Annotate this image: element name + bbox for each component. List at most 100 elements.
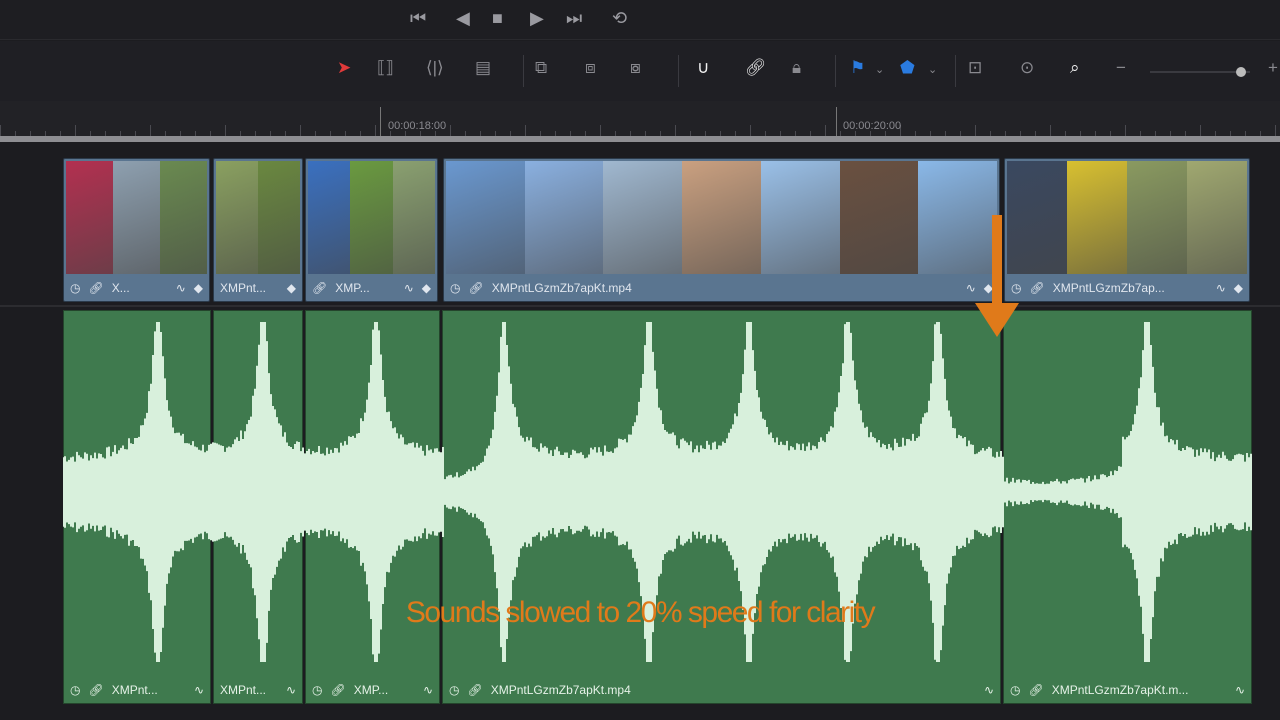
zoom-full-icon[interactable]: ⊡ <box>968 58 982 78</box>
zoom-slider-handle[interactable] <box>1236 67 1246 77</box>
thumbnail-frame <box>446 161 525 274</box>
link-icon: 🔗︎ <box>88 682 104 697</box>
thumbnail-frame <box>839 161 919 274</box>
overwrite-clip-icon[interactable]: ⧈ <box>585 58 596 78</box>
curve-icon[interactable]: ∿ <box>194 683 204 697</box>
clip-name: XMPntLGzmZb7apKt.m... <box>1051 682 1189 697</box>
zoom-custom-icon[interactable]: ⌕ <box>1070 58 1080 78</box>
chevron-down-icon[interactable]: ⌄ <box>875 63 884 76</box>
audio-clip[interactable]: ◷ 🔗︎ XMP... ∿ <box>305 310 440 704</box>
thumbnail-frame <box>1187 161 1247 274</box>
play-icon[interactable]: ▶ <box>530 8 544 29</box>
timecode-label: 00:00:18:00 <box>388 120 447 132</box>
clip-label-bar: ◷ 🔗︎ XMPntLGzmZb7apKt.mp4 ∿ <box>443 676 1000 703</box>
curve-icon[interactable]: ∿ <box>176 281 186 295</box>
zoom-out-icon[interactable]: − <box>1116 58 1126 78</box>
curve-icon[interactable]: ∿ <box>404 281 414 295</box>
video-clip[interactable]: ◷ 🔗︎ XMPntLGzmZb7apKt.mp4 ∿ ◆ <box>443 158 1000 302</box>
curve-icon[interactable]: ∿ <box>1235 683 1245 697</box>
toolbar-separator <box>678 55 679 87</box>
skip-forward-icon[interactable]: ⏭ <box>566 8 582 29</box>
replace-clip-icon[interactable]: ⧇ <box>630 58 641 78</box>
dynamic-trim-tool-icon[interactable]: ⟨|⟩ <box>426 58 444 78</box>
clip-name: XMPnt... <box>220 280 267 295</box>
clip-name: XMPntLGzmZb7apKt.mp4 <box>491 280 632 295</box>
thumbnail-frame <box>160 161 207 274</box>
link-icon: 🔗︎ <box>312 280 328 295</box>
linked-selection-icon[interactable]: 🔗︎ <box>745 58 767 78</box>
snapping-toggle-icon[interactable]: ∪ <box>697 58 709 78</box>
step-back-icon[interactable]: ◀ <box>456 8 470 29</box>
clip-name: X... <box>111 280 130 295</box>
thumbnail-frame <box>760 161 840 274</box>
clip-name: XMPntLGzmZb7apKt.mp4 <box>490 682 631 697</box>
toolbar-separator <box>955 55 956 87</box>
curve-icon[interactable]: ∿ <box>423 683 433 697</box>
video-clip[interactable]: XMPnt... ◆ <box>213 158 303 302</box>
clip-label-bar: XMPnt... ∿ <box>214 676 302 703</box>
toolbar-separator <box>835 55 836 87</box>
clip-label-bar: ◷ 🔗︎ XMPntLGzmZb7ap... ∿ ◆ <box>1005 274 1249 301</box>
link-icon: 🔗︎ <box>468 280 484 295</box>
selection-tool-icon[interactable]: ➤ <box>337 58 351 78</box>
audio-clip[interactable]: ◷ 🔗︎ XMPnt... ∿ <box>63 310 211 704</box>
keyframe-icon[interactable]: ◆ <box>287 281 296 295</box>
speed-icon: ◷ <box>449 682 460 697</box>
insert-clip-icon[interactable]: ⧉ <box>535 58 547 78</box>
position-lock-icon[interactable]: 🔒︎ <box>792 58 801 78</box>
clip-label-bar: ◷ 🔗︎ XMPnt... ∿ <box>64 676 210 703</box>
transport-bar <box>0 0 1280 40</box>
clip-name: XMPnt... <box>111 682 158 697</box>
keyframe-icon[interactable]: ◆ <box>422 281 431 295</box>
speed-icon: ◷ <box>1010 682 1021 697</box>
clip-label-bar: ◷ 🔗︎ X... ∿ ◆ <box>64 274 209 301</box>
thumbnail-frame <box>350 161 393 274</box>
link-icon: 🔗︎ <box>1028 682 1044 697</box>
clip-name: XMPntLGzmZb7ap... <box>1052 280 1165 295</box>
video-clip[interactable]: 🔗︎ XMP... ∿ ◆ <box>305 158 438 302</box>
audio-clip[interactable]: XMPnt... ∿ <box>213 310 303 704</box>
audio-clip[interactable]: ◷ 🔗︎ XMPntLGzmZb7apKt.m... ∿ <box>1003 310 1252 704</box>
loop-icon[interactable]: ⟲ <box>612 8 627 29</box>
clip-label-bar: ◷ 🔗︎ XMPntLGzmZb7apKt.m... ∿ <box>1004 676 1251 703</box>
clip-thumbnails <box>308 161 435 274</box>
stop-icon[interactable]: ■ <box>492 8 503 29</box>
clip-label-bar: 🔗︎ XMP... ∿ ◆ <box>306 274 437 301</box>
timeline-scrollbar[interactable] <box>0 136 1280 142</box>
clip-thumbnails <box>216 161 300 274</box>
curve-icon[interactable]: ∿ <box>1216 281 1226 295</box>
video-clip[interactable]: ◷ 🔗︎ X... ∿ ◆ <box>63 158 210 302</box>
marker-icon[interactable]: ⬟ <box>900 58 915 78</box>
track-divider <box>0 305 1280 307</box>
speed-icon: ◷ <box>70 682 81 697</box>
timeline-ruler[interactable] <box>0 101 1280 137</box>
audio-clip[interactable]: ◷ 🔗︎ XMPntLGzmZb7apKt.mp4 ∿ <box>442 310 1001 704</box>
curve-icon[interactable]: ∿ <box>286 683 296 697</box>
curve-icon[interactable]: ∿ <box>984 683 994 697</box>
thumbnail-frame <box>682 161 761 274</box>
zoom-detail-icon[interactable]: ⊙ <box>1020 58 1034 78</box>
thumbnail-frame <box>258 161 300 274</box>
blade-tool-icon[interactable]: ▤ <box>475 58 491 78</box>
trim-tool-icon[interactable]: ⟦⟧ <box>377 58 394 78</box>
toolbar-separator <box>523 55 524 87</box>
keyframe-icon[interactable]: ◆ <box>194 281 203 295</box>
timecode-label: 00:00:20:00 <box>843 120 902 132</box>
link-icon: 🔗︎ <box>88 280 104 295</box>
thumbnail-frame <box>1127 161 1187 274</box>
clip-thumbnails <box>446 161 998 274</box>
speed-icon: ◷ <box>450 280 461 295</box>
keyframe-icon[interactable]: ◆ <box>1234 281 1243 295</box>
flag-icon[interactable]: ⚑ <box>850 58 865 78</box>
link-icon: 🔗︎ <box>330 682 346 697</box>
speed-icon: ◷ <box>70 280 81 295</box>
thumbnail-frame <box>1067 161 1127 274</box>
zoom-slider[interactable] <box>1150 67 1250 77</box>
clip-label-bar: ◷ 🔗︎ XMP... ∿ <box>306 676 439 703</box>
zoom-in-icon[interactable]: + <box>1268 58 1278 78</box>
skip-back-icon[interactable]: ⏮ <box>410 8 426 29</box>
chevron-down-icon[interactable]: ⌄ <box>928 63 937 76</box>
clip-label-bar: XMPnt... ◆ <box>214 274 302 301</box>
video-clip[interactable]: ◷ 🔗︎ XMPntLGzmZb7ap... ∿ ◆ <box>1004 158 1250 302</box>
ruler-major-tick <box>380 107 381 137</box>
